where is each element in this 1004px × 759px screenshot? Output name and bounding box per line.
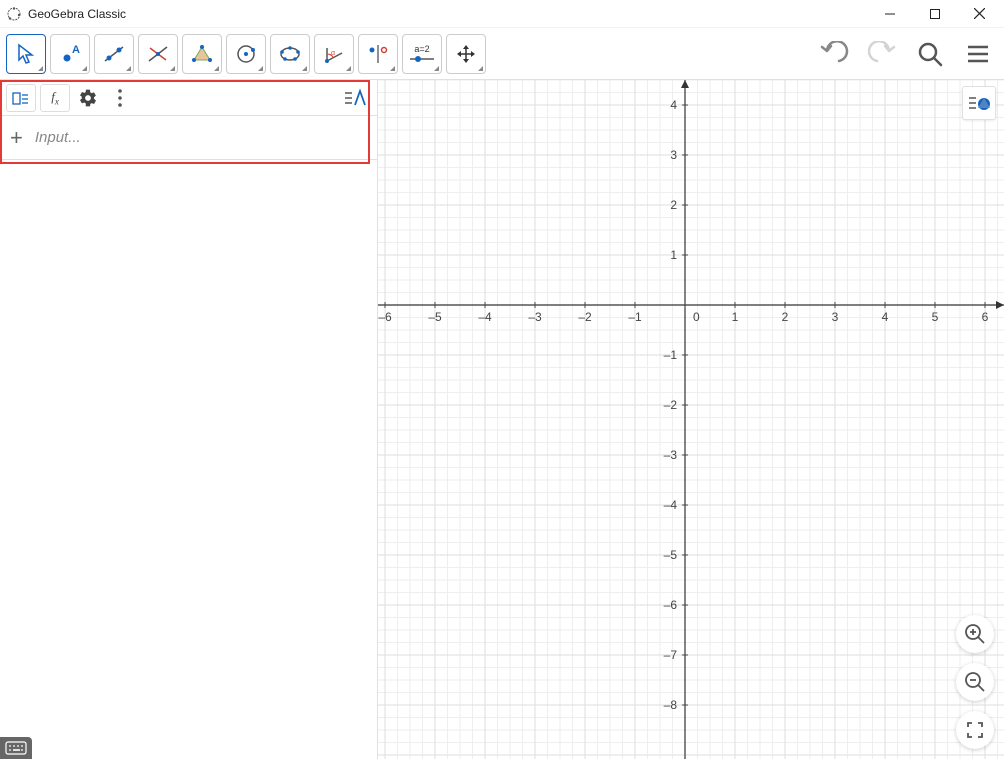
fullscreen-button[interactable] (956, 711, 994, 749)
graphics-view[interactable]: –6 –5 –4 –3 –2 –1 1 2 3 4 5 6 –8 –7 –6 –5 –4 –3 –2 –1 1 2 3 4 0 (378, 80, 1004, 759)
special-line-tool[interactable] (138, 34, 178, 74)
svg-text:4: 4 (670, 98, 677, 112)
svg-text:0: 0 (693, 310, 700, 324)
minimize-button[interactable] (867, 0, 912, 28)
settings-button[interactable] (74, 84, 102, 112)
move-graphics-tool[interactable] (446, 34, 486, 74)
graphics-style-button[interactable] (962, 86, 996, 120)
svg-text:1: 1 (732, 310, 739, 324)
window-titlebar: GeoGebra Classic (0, 0, 1004, 28)
close-button[interactable] (957, 0, 1002, 28)
svg-text:3: 3 (670, 148, 677, 162)
svg-text:6: 6 (982, 310, 989, 324)
redo-button[interactable] (862, 34, 902, 74)
conic-tool[interactable] (270, 34, 310, 74)
svg-text:–1: –1 (664, 348, 678, 362)
svg-text:–2: –2 (578, 310, 592, 324)
svg-text:–6: –6 (378, 310, 392, 324)
svg-text:–2: –2 (664, 398, 678, 412)
point-tool[interactable]: A (50, 34, 90, 74)
more-button[interactable] (106, 84, 134, 112)
algebra-input[interactable] (33, 128, 369, 147)
algebra-view: fx + (0, 80, 378, 759)
svg-text:–3: –3 (664, 448, 678, 462)
svg-text:1: 1 (670, 248, 677, 262)
search-button[interactable] (910, 34, 950, 74)
undo-button[interactable] (814, 34, 854, 74)
svg-text:–7: –7 (664, 648, 678, 662)
circle-tool[interactable] (226, 34, 266, 74)
svg-text:–5: –5 (428, 310, 442, 324)
angle-tool[interactable]: α (314, 34, 354, 74)
svg-text:–6: –6 (664, 598, 678, 612)
svg-text:4: 4 (882, 310, 889, 324)
main-toolbar: A α a=2 (0, 28, 1004, 80)
app-icon (6, 6, 22, 22)
menu-button[interactable] (958, 34, 998, 74)
svg-text:5: 5 (932, 310, 939, 324)
svg-text:3: 3 (832, 310, 839, 324)
slider-tool-label: a=2 (414, 44, 429, 54)
svg-text:–4: –4 (478, 310, 492, 324)
move-tool[interactable] (6, 34, 46, 74)
svg-text:2: 2 (782, 310, 789, 324)
algebra-toolbar: fx (0, 80, 377, 116)
svg-text:–8: –8 (664, 698, 678, 712)
svg-text:–5: –5 (664, 548, 678, 562)
fx-button[interactable]: fx (40, 84, 70, 112)
algebra-input-row: + (0, 116, 377, 160)
maximize-button[interactable] (912, 0, 957, 28)
svg-text:–4: –4 (664, 498, 678, 512)
svg-text:α: α (331, 50, 335, 57)
slider-tool[interactable]: a=2 (402, 34, 442, 74)
zoom-out-button[interactable] (956, 663, 994, 701)
polygon-tool[interactable] (182, 34, 222, 74)
window-title: GeoGebra Classic (28, 7, 126, 21)
virtual-keyboard-button[interactable] (0, 737, 32, 759)
zoom-in-button[interactable] (956, 615, 994, 653)
algebra-view-toggle-button[interactable] (6, 84, 36, 112)
add-icon[interactable]: + (10, 127, 23, 149)
svg-text:2: 2 (670, 198, 677, 212)
svg-text:–3: –3 (528, 310, 542, 324)
line-tool[interactable] (94, 34, 134, 74)
window-controls (867, 0, 1002, 28)
svg-text:–1: –1 (628, 310, 642, 324)
transform-tool[interactable] (358, 34, 398, 74)
svg-text:A: A (72, 44, 80, 56)
sort-toggle-button[interactable] (341, 84, 371, 112)
